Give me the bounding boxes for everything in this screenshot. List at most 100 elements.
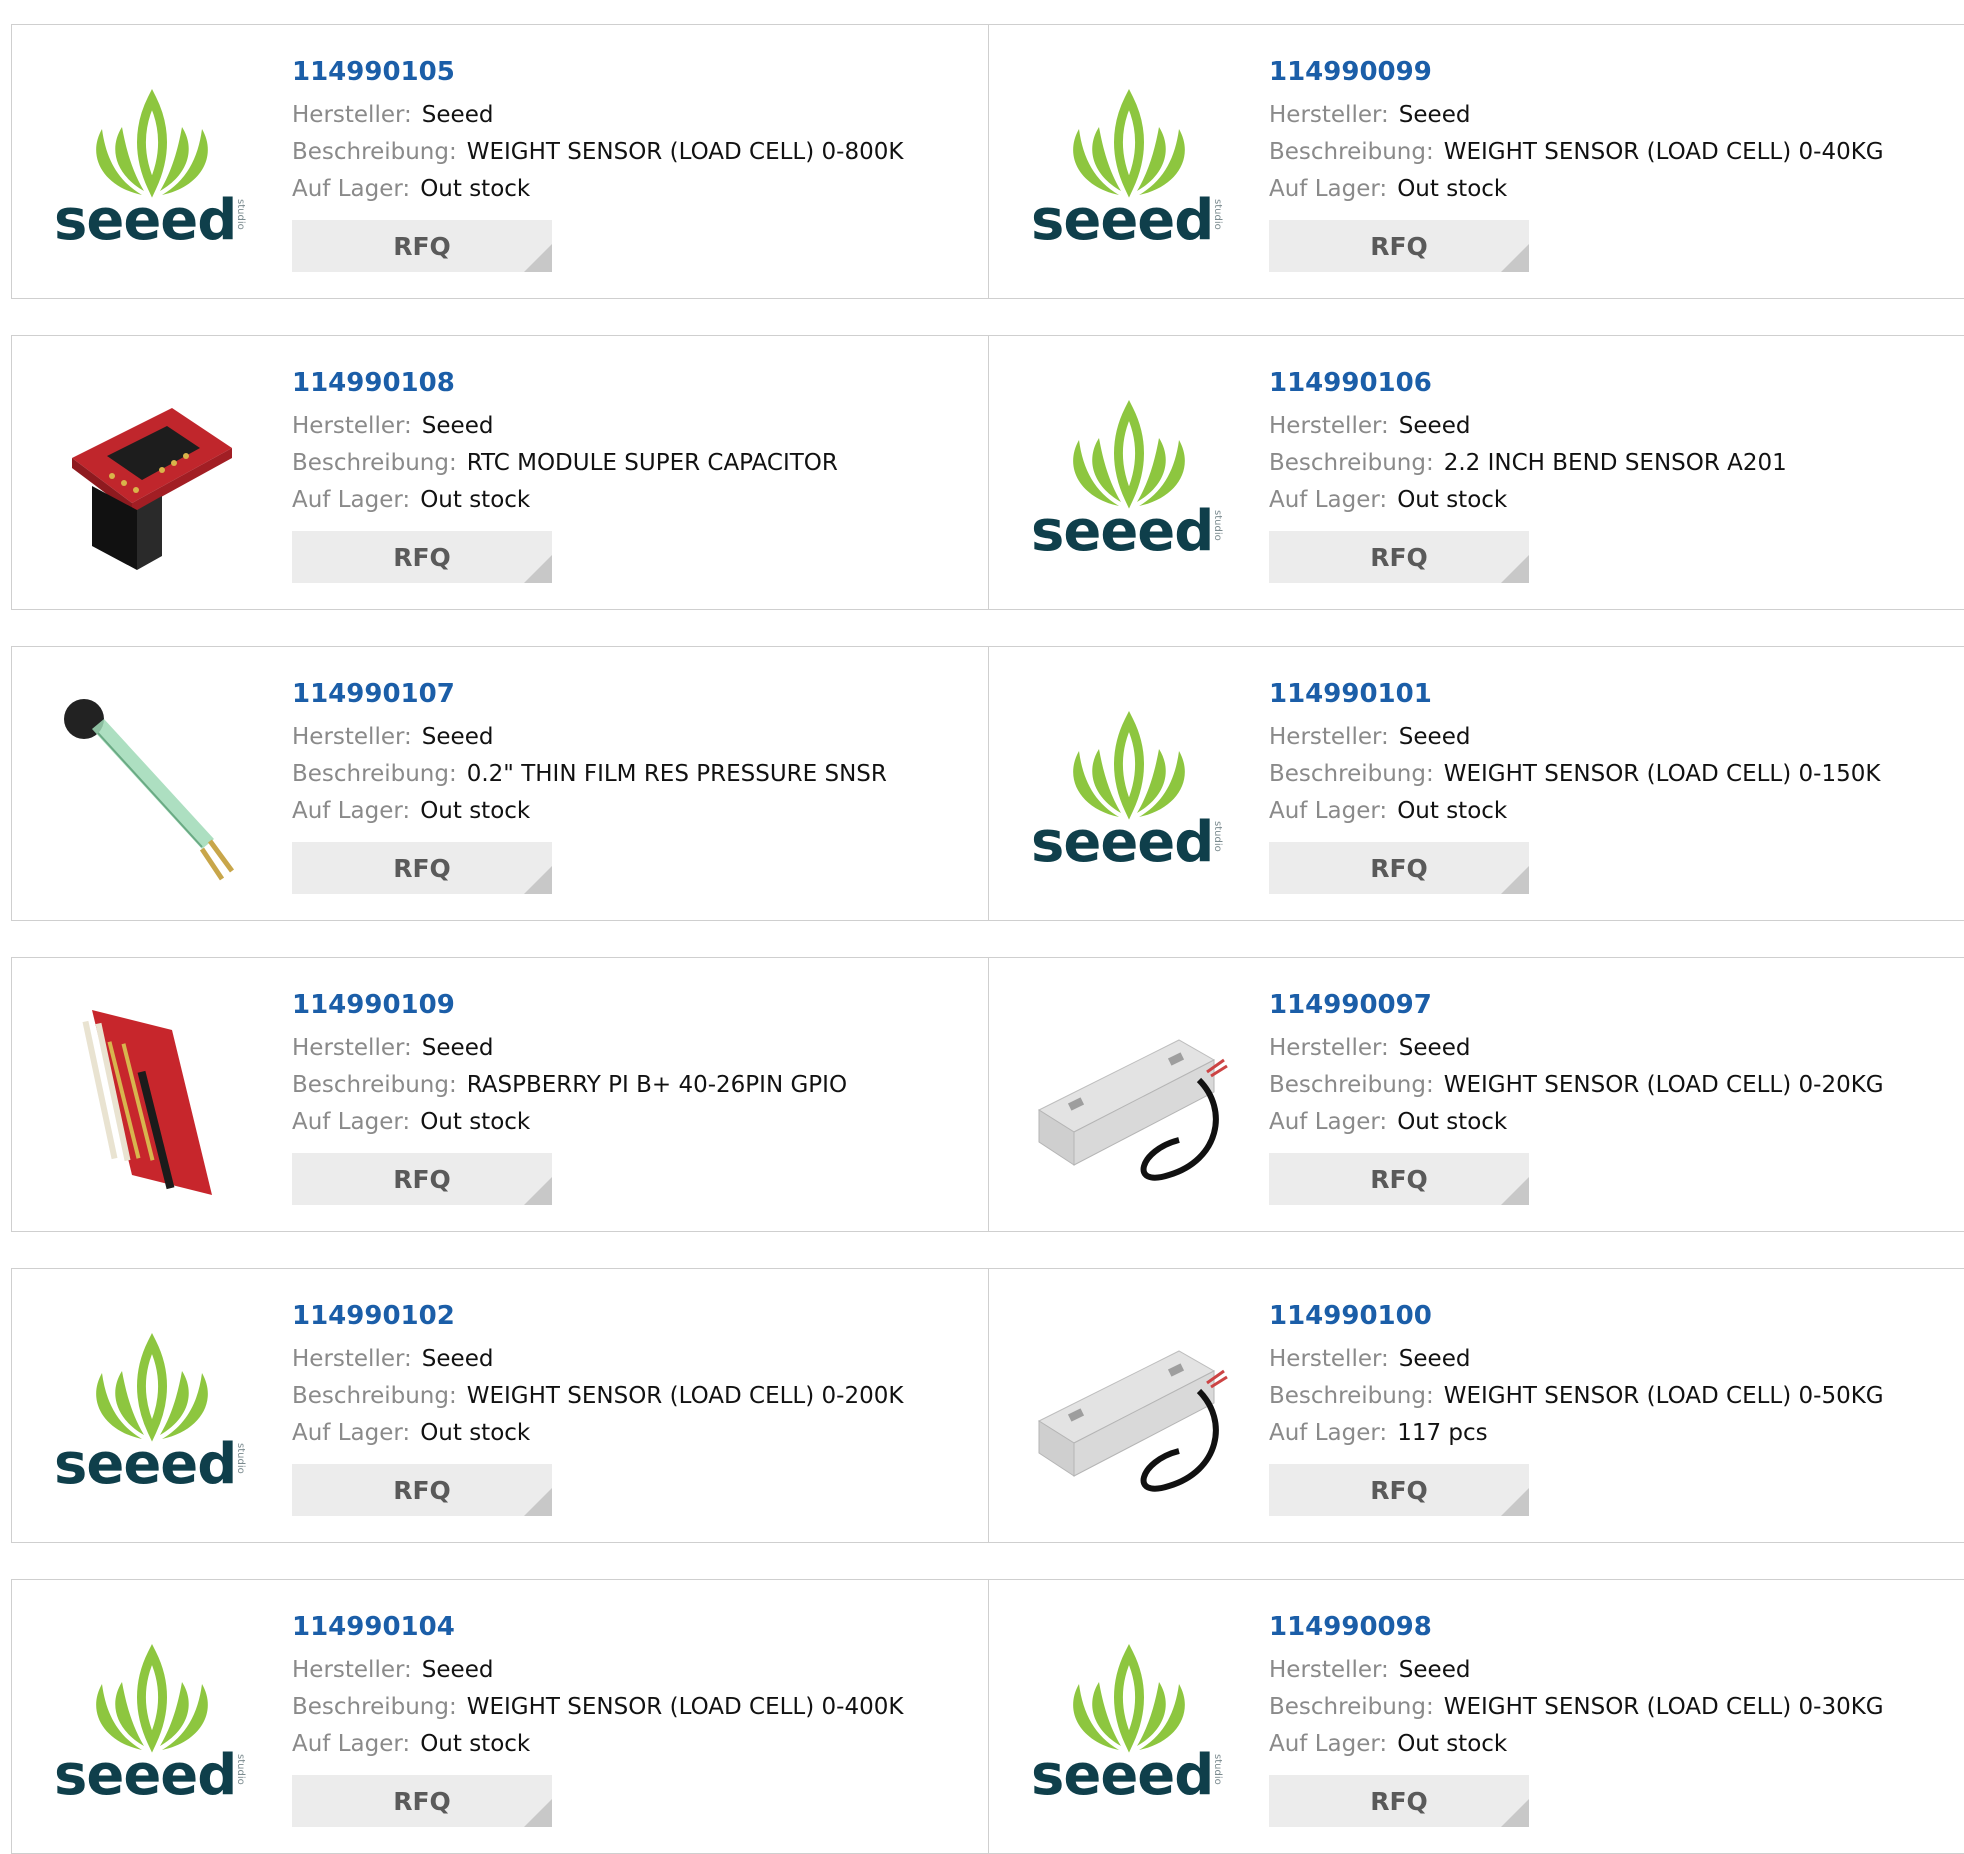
manufacturer-label: Hersteller: <box>292 1346 412 1372</box>
stock-label: Auf Lager: <box>292 176 411 202</box>
description-label: Beschreibung: <box>292 1694 457 1720</box>
product-image-seeed-logo[interactable]: seeed studio <box>1029 67 1229 267</box>
product-info: 114990102 Hersteller: Seeed Beschreibung: WE… <box>292 1299 968 1516</box>
manufacturer-value: Seeed <box>421 413 494 439</box>
product-image-load-cell[interactable] <box>1029 1311 1229 1511</box>
svg-text:studio: studio <box>1212 199 1223 230</box>
rfq-button-label: RFQ <box>393 853 451 883</box>
manufacturer-row: Hersteller: Seeed <box>1269 719 1946 756</box>
rfq-button[interactable]: RFQ <box>1269 531 1529 583</box>
product-info: 114990109 Hersteller: Seeed Beschreibung: RA… <box>292 988 968 1205</box>
description-label: Beschreibung: <box>1269 139 1434 165</box>
manufacturer-label: Hersteller: <box>1269 1657 1389 1683</box>
product-card: 114990097 Hersteller: Seeed Beschreibung: WE… <box>988 957 1964 1232</box>
product-image-seeed-logo[interactable]: seeed studio <box>1029 1622 1229 1822</box>
description-value: WEIGHT SENSOR (LOAD CELL) 0-40KG <box>1443 139 1884 165</box>
part-number-link[interactable]: 114990104 <box>292 1610 968 1644</box>
rfq-button[interactable]: RFQ <box>1269 1153 1529 1205</box>
rfq-button[interactable]: RFQ <box>292 1775 552 1827</box>
part-number-link[interactable]: 114990109 <box>292 988 968 1022</box>
stock-label: Auf Lager: <box>1269 1420 1388 1446</box>
product-info: 114990104 Hersteller: Seeed Beschreibung: WE… <box>292 1610 968 1827</box>
product-image-gpio-adapter[interactable] <box>52 1000 252 1200</box>
stock-label: Auf Lager: <box>292 1731 411 1757</box>
svg-text:seeed: seeed <box>54 1432 236 1491</box>
rfq-button[interactable]: RFQ <box>292 531 552 583</box>
product-image-rtc-module[interactable] <box>52 378 252 578</box>
part-number-link[interactable]: 114990098 <box>1269 1610 1946 1644</box>
corner-triangle-icon <box>1501 555 1529 583</box>
rfq-button[interactable]: RFQ <box>1269 842 1529 894</box>
description-label: Beschreibung: <box>1269 450 1434 476</box>
rfq-button[interactable]: RFQ <box>292 220 552 272</box>
product-image-seeed-logo[interactable]: seeed studio <box>1029 689 1229 889</box>
description-row: Beschreibung: WEIGHT SENSOR (LOAD CELL) 0… <box>292 1689 968 1726</box>
manufacturer-value: Seeed <box>1398 724 1471 750</box>
part-number-link[interactable]: 114990102 <box>292 1299 968 1333</box>
rfq-button[interactable]: RFQ <box>1269 220 1529 272</box>
part-number-link[interactable]: 114990097 <box>1269 988 1946 1022</box>
product-image-load-cell[interactable] <box>1029 1000 1229 1200</box>
svg-text:studio: studio <box>235 199 246 230</box>
product-image-seeed-logo[interactable]: seeed studio <box>1029 378 1229 578</box>
description-value: WEIGHT SENSOR (LOAD CELL) 0-20KG <box>1443 1072 1884 1098</box>
product-image-seeed-logo[interactable]: seeed studio <box>52 1622 252 1822</box>
rfq-button[interactable]: RFQ <box>1269 1775 1529 1827</box>
corner-triangle-icon <box>1501 1488 1529 1516</box>
stock-value: Out stock <box>1397 487 1508 513</box>
product-info: 114990105 Hersteller: Seeed Beschreibung: WE… <box>292 55 968 272</box>
part-number-link[interactable]: 114990108 <box>292 366 968 400</box>
stock-label: Auf Lager: <box>1269 487 1388 513</box>
part-number-link[interactable]: 114990101 <box>1269 677 1946 711</box>
manufacturer-label: Hersteller: <box>1269 1346 1389 1372</box>
manufacturer-label: Hersteller: <box>292 724 412 750</box>
part-number-link[interactable]: 114990099 <box>1269 55 1946 89</box>
product-card: 114990108 Hersteller: Seeed Beschreibung: RT… <box>11 335 989 610</box>
manufacturer-row: Hersteller: Seeed <box>292 1030 968 1067</box>
svg-text:studio: studio <box>235 1754 246 1785</box>
description-value: WEIGHT SENSOR (LOAD CELL) 0-150K <box>1443 761 1881 787</box>
rfq-button[interactable]: RFQ <box>292 1464 552 1516</box>
part-number-link[interactable]: 114990106 <box>1269 366 1946 400</box>
manufacturer-row: Hersteller: Seeed <box>292 97 968 134</box>
product-info: 114990101 Hersteller: Seeed Beschreibung: WE… <box>1269 677 1946 894</box>
stock-row: Auf Lager: Out stock <box>292 171 968 208</box>
stock-value: Out stock <box>1397 1731 1508 1757</box>
rfq-button[interactable]: RFQ <box>292 842 552 894</box>
manufacturer-value: Seeed <box>1398 413 1471 439</box>
product-image-seeed-logo[interactable]: seeed studio <box>52 1311 252 1511</box>
rfq-button-label: RFQ <box>1370 1475 1428 1505</box>
svg-text:seeed: seeed <box>54 1743 236 1802</box>
description-row: Beschreibung: WEIGHT SENSOR (LOAD CELL) 0… <box>1269 1689 1946 1726</box>
manufacturer-value: Seeed <box>421 1657 494 1683</box>
rfq-button-label: RFQ <box>1370 1164 1428 1194</box>
corner-triangle-icon <box>524 1799 552 1827</box>
description-row: Beschreibung: WEIGHT SENSOR (LOAD CELL) 0… <box>292 1378 968 1415</box>
corner-triangle-icon <box>524 1177 552 1205</box>
manufacturer-value: Seeed <box>421 102 494 128</box>
description-row: Beschreibung: WEIGHT SENSOR (LOAD CELL) 0… <box>292 134 968 171</box>
product-image-seeed-logo[interactable]: seeed studio <box>52 67 252 267</box>
manufacturer-row: Hersteller: Seeed <box>292 1341 968 1378</box>
part-number-link[interactable]: 114990105 <box>292 55 968 89</box>
description-label: Beschreibung: <box>292 1383 457 1409</box>
manufacturer-label: Hersteller: <box>292 102 412 128</box>
stock-value: Out stock <box>420 1731 531 1757</box>
rfq-button[interactable]: RFQ <box>292 1153 552 1205</box>
seeed-logo-svg: seeed studio <box>54 1332 246 1491</box>
svg-text:seeed: seeed <box>1031 499 1213 558</box>
seeed-logo-svg: seeed studio <box>1031 710 1223 869</box>
manufacturer-label: Hersteller: <box>292 1657 412 1683</box>
part-number-link[interactable]: 114990107 <box>292 677 968 711</box>
corner-triangle-icon <box>1501 866 1529 894</box>
rfq-button[interactable]: RFQ <box>1269 1464 1529 1516</box>
svg-text:seeed: seeed <box>1031 810 1213 869</box>
part-number-link[interactable]: 114990100 <box>1269 1299 1946 1333</box>
stock-value: Out stock <box>420 487 531 513</box>
product-image-pressure-sensor[interactable] <box>52 689 252 889</box>
stock-row: Auf Lager: Out stock <box>292 1104 968 1141</box>
stock-label: Auf Lager: <box>1269 798 1388 824</box>
rfq-button-label: RFQ <box>1370 1786 1428 1816</box>
stock-row: Auf Lager: Out stock <box>292 482 968 519</box>
stock-row: Auf Lager: Out stock <box>1269 171 1946 208</box>
